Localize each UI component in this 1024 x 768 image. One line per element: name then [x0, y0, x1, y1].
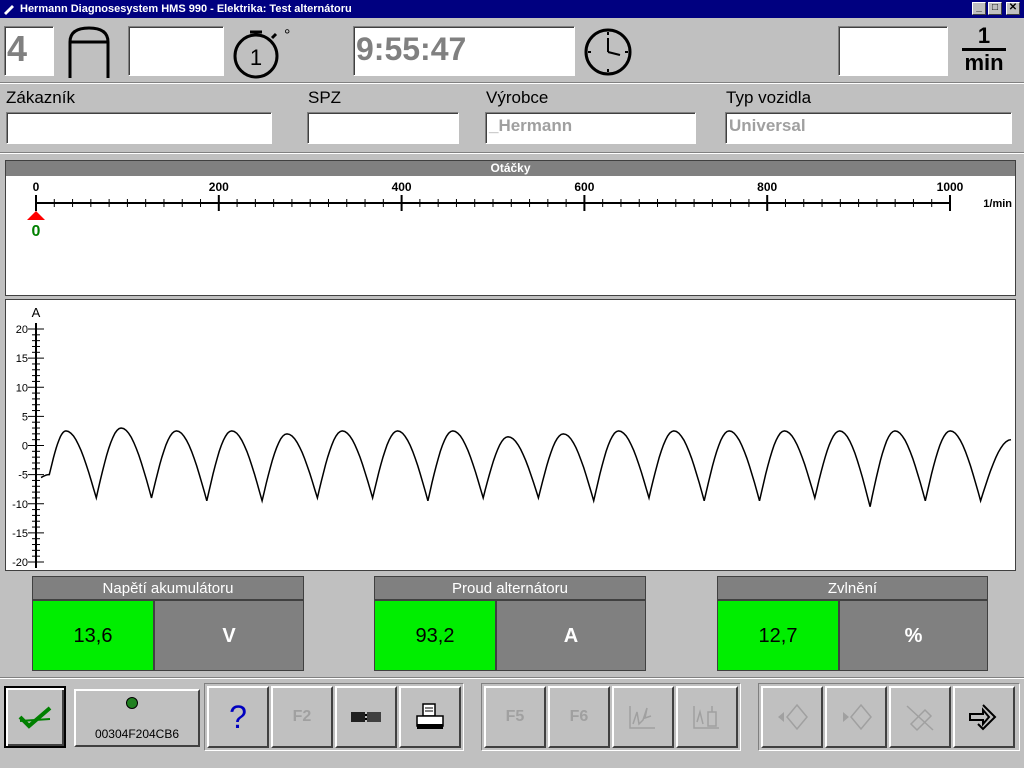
next-button[interactable] — [825, 686, 887, 748]
battery-voltage-title: Napětí akumulátoru — [32, 576, 304, 600]
f5-label: F5 — [505, 708, 525, 725]
type-label: Typ vozidla — [726, 88, 812, 107]
waveform-icon — [629, 706, 655, 729]
rpm-tick-label: 1000 — [937, 180, 964, 194]
clock-display: 9:55:47 — [353, 26, 575, 76]
device-serial: 00304F204CB6 — [94, 727, 180, 741]
y-tick-label: 5 — [22, 411, 28, 423]
battery-voltage-value: 13,6 — [32, 600, 154, 671]
next-icon — [843, 703, 872, 731]
stopwatch-icon: 1 ° — [233, 27, 290, 79]
f2-button[interactable]: F2 — [271, 686, 333, 748]
alternator-current-title: Proud alternátoru — [374, 576, 646, 600]
y-tick-label: 20 — [16, 324, 28, 336]
f5-button[interactable]: F5 — [484, 686, 546, 748]
waveform-button[interactable] — [612, 686, 674, 748]
y-tick-label: 15 — [16, 353, 28, 365]
printer-icon — [416, 703, 444, 729]
alternator-current-value: 93,2 — [374, 600, 496, 671]
rpm-panel: Otáčky 0 200 400 600 800 1000 1/min 0 — [5, 160, 1016, 296]
maximize-button[interactable]: □ — [988, 2, 1002, 15]
customer-input[interactable] — [6, 112, 272, 144]
app-icon — [4, 5, 14, 15]
help-icon: ? — [229, 698, 247, 735]
y-tick-label: -5 — [18, 470, 28, 482]
rpm-display — [838, 26, 948, 76]
header-divider — [0, 82, 1024, 84]
current-waveform-line — [40, 427, 1012, 507]
type-value: Universal — [729, 116, 806, 135]
y-tick-label: 0 — [22, 441, 28, 453]
customer-value — [7, 113, 271, 117]
print-button[interactable] — [399, 686, 461, 748]
alternator-current-unit: A — [496, 600, 646, 671]
plate-label: SPZ — [308, 88, 342, 107]
degree-symbol: ° — [284, 27, 290, 44]
ripple-value: 12,7 — [717, 600, 839, 671]
cylinder-count-display: 4 — [4, 26, 54, 76]
y-axis-label: A — [32, 305, 41, 320]
clock-icon — [584, 28, 632, 76]
device-status: 00304F204CB6 — [74, 689, 200, 747]
exit-button[interactable] — [953, 686, 1015, 748]
probe-icon — [693, 706, 719, 729]
time-value: 9:55:47 — [356, 31, 467, 67]
rpm-marker — [27, 211, 45, 220]
battery-voltage-unit: V — [154, 600, 304, 671]
y-tick-label: -20 — [12, 557, 28, 569]
y-tick-label: -15 — [12, 528, 28, 540]
cylinder-value-field — [128, 26, 224, 76]
maker-value: _Hermann — [489, 116, 573, 135]
type-input[interactable]: Universal — [725, 112, 1012, 144]
info-divider — [0, 152, 1024, 154]
cylinder-icon — [68, 26, 110, 78]
current-chart: A 20 15 10 5 0 -5 -10 -15 -20 — [12, 305, 1012, 569]
previous-icon — [778, 703, 808, 731]
plate-value — [308, 113, 458, 117]
connector-button[interactable] — [335, 686, 397, 748]
ripple-title: Zvlnění — [717, 576, 988, 600]
f6-button[interactable]: F6 — [548, 686, 610, 748]
rpm-unit: 1 min — [958, 24, 1010, 78]
f6-label: F6 — [569, 708, 589, 725]
rpm-tick-label: 800 — [757, 180, 777, 194]
y-tick-label: -10 — [12, 499, 28, 511]
previous-button[interactable] — [761, 686, 823, 748]
current-chart-panel: A 20 15 10 5 0 -5 -10 -15 -20 — [5, 299, 1016, 571]
customer-label: Zákazník — [6, 88, 75, 107]
connector-icon — [351, 712, 381, 722]
exit-icon — [969, 704, 997, 731]
ripple-unit: % — [839, 600, 988, 671]
rpm-tick-label: 0 — [33, 180, 40, 194]
title-bar: Hermann Diagnosesystem HMS 990 - Elektri… — [0, 0, 1024, 18]
f2-label: F2 — [292, 708, 312, 725]
toolbar-divider — [0, 677, 1024, 679]
minimize-button[interactable]: _ — [972, 2, 986, 15]
status-led-icon — [126, 697, 138, 709]
help-button[interactable]: ? — [207, 686, 269, 748]
close-button[interactable]: ✕ — [1006, 2, 1020, 15]
rpm-scale: 0 200 400 600 800 1000 1/min 0 — [27, 180, 1012, 240]
rpm-tick-label: 600 — [574, 180, 594, 194]
disconnect-icon — [906, 705, 934, 732]
rpm-current-value: 0 — [32, 223, 41, 240]
rpm-unit-label: 1/min — [983, 198, 1012, 210]
rpm-unit-numerator: 1 — [977, 23, 991, 48]
rpm-tick-label: 400 — [392, 180, 412, 194]
check-icon — [18, 706, 52, 729]
probe-button[interactable] — [676, 686, 738, 748]
stopwatch-number: 1 — [250, 45, 262, 70]
rpm-tick-label: 200 — [209, 180, 229, 194]
rpm-unit-denominator: min — [964, 50, 1004, 75]
disconnect-button[interactable] — [889, 686, 951, 748]
window-title: Hermann Diagnosesystem HMS 990 - Elektri… — [20, 3, 352, 15]
confirm-button[interactable] — [4, 686, 66, 748]
rpm-panel-title: Otáčky — [6, 161, 1015, 176]
cylinder-count: 4 — [7, 28, 28, 69]
y-tick-label: 10 — [16, 382, 28, 394]
maker-input[interactable]: _Hermann — [485, 112, 696, 144]
plate-input[interactable] — [307, 112, 459, 144]
maker-label: Výrobce — [486, 88, 549, 107]
